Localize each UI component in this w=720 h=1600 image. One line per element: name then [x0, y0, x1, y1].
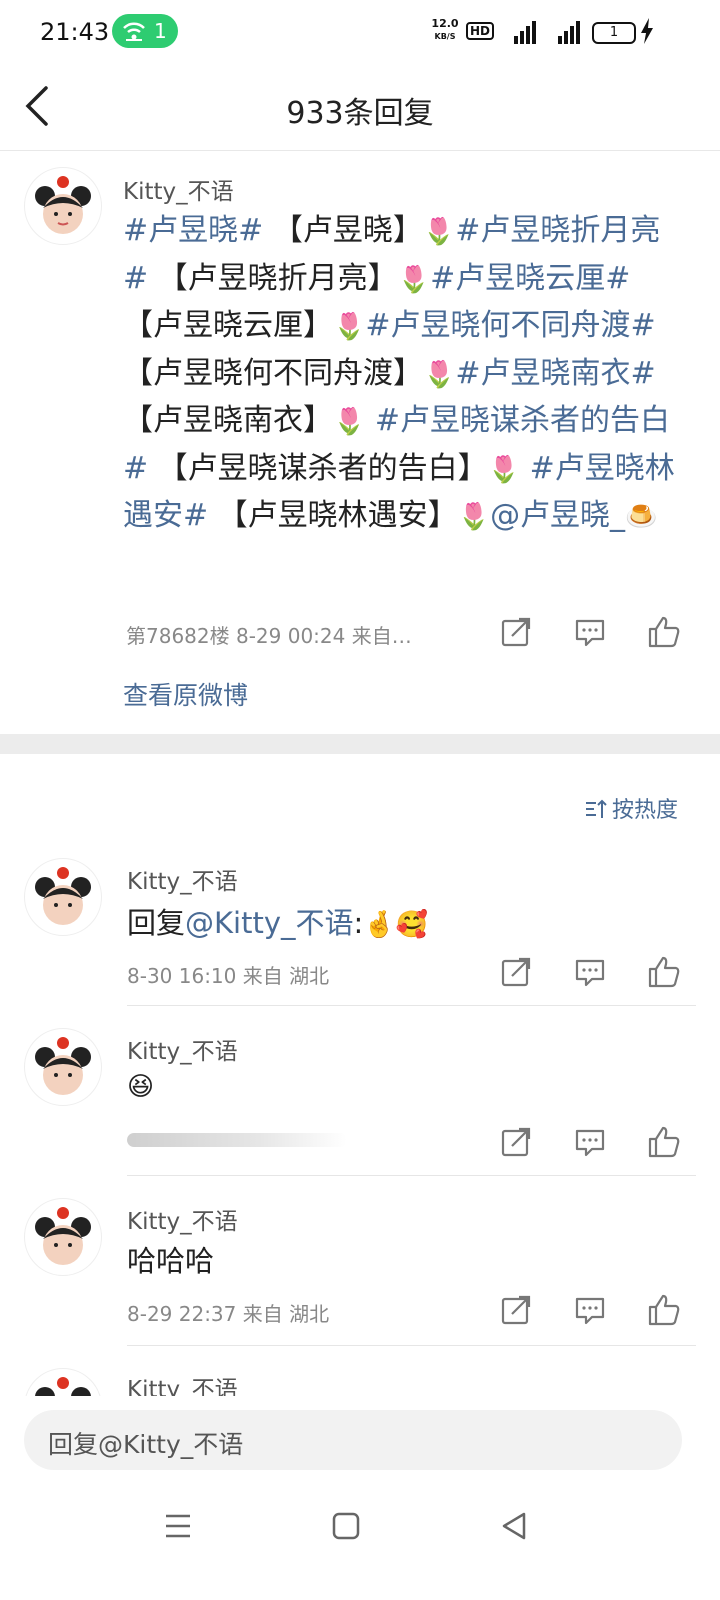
comment-icon[interactable] — [572, 614, 608, 650]
view-original-link[interactable]: 查看原微博 — [123, 676, 248, 712]
sort-icon — [585, 799, 607, 818]
battery-icon: 1 — [592, 22, 636, 44]
username[interactable]: Kitty_不语 — [123, 172, 234, 206]
post-content: #卢昱晓# 【卢昱晓】🌷#卢昱晓折月亮# 【卢昱晓折月亮】🌷#卢昱晓云厘# 【卢… — [123, 208, 683, 541]
section-divider — [0, 734, 720, 754]
avatar[interactable] — [24, 1368, 102, 1396]
post-text: 【卢昱晓何不同舟渡】 — [123, 355, 423, 391]
avatar[interactable] — [24, 858, 102, 936]
home-icon[interactable] — [328, 1508, 364, 1544]
divider — [127, 1345, 696, 1346]
comment-meta: 8-29 22:37 来自 湖北 — [127, 1302, 330, 1326]
emoji: 🌷 — [457, 502, 491, 532]
comment-icon[interactable] — [572, 954, 608, 990]
like-icon[interactable] — [646, 954, 682, 990]
hotspot-count: 1 — [154, 19, 167, 43]
emoji: 😆 — [127, 1072, 155, 1102]
post-text: 【卢昱晓云厘】 — [123, 308, 333, 343]
signal-icon-2 — [558, 21, 580, 44]
share-icon[interactable] — [498, 954, 534, 990]
emoji: 🤞🥰 — [363, 910, 429, 940]
comment-username[interactable]: Kitty_不语 — [127, 1032, 238, 1066]
status-bar: 21:43 1 12.0 KB/S HD 1 — [0, 0, 720, 64]
comment-username[interactable]: Kitty_不语 — [127, 1202, 238, 1236]
post-text: 【卢昱晓】 — [263, 213, 423, 248]
avatar-image — [35, 1207, 91, 1265]
avatar-image — [35, 176, 91, 234]
post-text: 【卢昱晓折月亮】 — [148, 260, 398, 296]
share-icon[interactable] — [498, 1292, 534, 1328]
sort-label: 按热度 — [611, 798, 678, 823]
emoji: 🌷 — [333, 312, 366, 342]
emoji: 🌷 — [397, 264, 431, 295]
blurred-meta — [127, 1133, 347, 1147]
comment-actions — [496, 954, 696, 994]
avatar-image — [35, 1037, 91, 1095]
reply-placeholder: 回复@Kitty_不语 — [48, 1430, 244, 1459]
post-meta: 第78682楼 8-29 00:24 来自… — [126, 624, 412, 648]
share-icon[interactable] — [498, 1124, 534, 1160]
divider — [127, 1005, 696, 1006]
emoji: 🌷 — [422, 217, 456, 247]
like-icon[interactable] — [646, 614, 682, 650]
hd-icon: HD — [466, 22, 495, 40]
share-icon[interactable] — [498, 614, 534, 650]
avatar[interactable] — [24, 1028, 102, 1106]
like-icon[interactable] — [646, 1292, 682, 1328]
hotspot-badge: 1 — [112, 14, 178, 48]
comment-icon[interactable] — [572, 1124, 608, 1160]
partial-comment: Kitty_不语 — [0, 1360, 720, 1396]
signal-icon — [514, 21, 536, 44]
clock: 21:43 — [40, 18, 110, 46]
comment-text: 回复@Kitty_不语:🤞🥰 — [127, 906, 429, 940]
top-bar: 933条回复 — [0, 64, 720, 151]
mention-link[interactable]: @卢昱晓_ — [490, 498, 625, 533]
hashtag-link[interactable]: #卢昱晓南衣# — [455, 356, 655, 391]
post-text: 【卢昱晓南衣】 — [123, 403, 333, 438]
charging-icon — [641, 18, 653, 44]
post-text: 【卢昱晓谋杀者的告白】 — [148, 450, 488, 486]
comment-username[interactable]: Kitty_不语 — [127, 1370, 238, 1396]
sort-button[interactable]: 按热度 — [584, 792, 678, 824]
back-triangle-icon[interactable] — [496, 1508, 532, 1544]
hashtag-link[interactable]: #卢昱晓云厘# — [430, 261, 630, 296]
hashtag-link[interactable]: #卢昱晓何不同舟渡# — [365, 308, 655, 343]
mention-link[interactable]: @Kitty_不语 — [185, 906, 353, 940]
emoji: 🌷 — [333, 407, 366, 437]
avatar[interactable] — [24, 1198, 102, 1276]
post-actions — [496, 614, 696, 654]
hashtag-link[interactable]: #卢昱晓# — [123, 213, 263, 248]
emoji: 🌷 — [423, 359, 456, 390]
post-text: 【卢昱晓林遇安】 — [208, 498, 458, 533]
divider — [127, 1175, 696, 1176]
emoji: 🍮 — [625, 502, 658, 532]
comment-actions — [496, 1124, 696, 1164]
avatar-image — [35, 867, 91, 925]
comment-username[interactable]: Kitty_不语 — [127, 862, 238, 896]
comment-icon[interactable] — [572, 1292, 608, 1328]
comment-meta: 8-30 16:10 来自 湖北 — [127, 964, 330, 988]
avatar[interactable] — [24, 167, 102, 245]
wifi-icon — [123, 22, 145, 41]
menu-icon[interactable] — [160, 1508, 196, 1544]
comment-text: 哈哈哈 — [127, 1244, 215, 1278]
net-speed: 12.0 KB/S — [431, 17, 459, 42]
avatar-image — [35, 1377, 91, 1396]
emoji: 🌷 — [487, 454, 521, 485]
page-title: 933条回复 — [286, 96, 434, 131]
reply-input[interactable]: 回复@Kitty_不语 — [24, 1410, 682, 1470]
like-icon[interactable] — [646, 1124, 682, 1160]
comment-actions — [496, 1292, 696, 1332]
system-nav-bar — [0, 1490, 720, 1570]
comment-text: 😆 — [127, 1068, 154, 1102]
